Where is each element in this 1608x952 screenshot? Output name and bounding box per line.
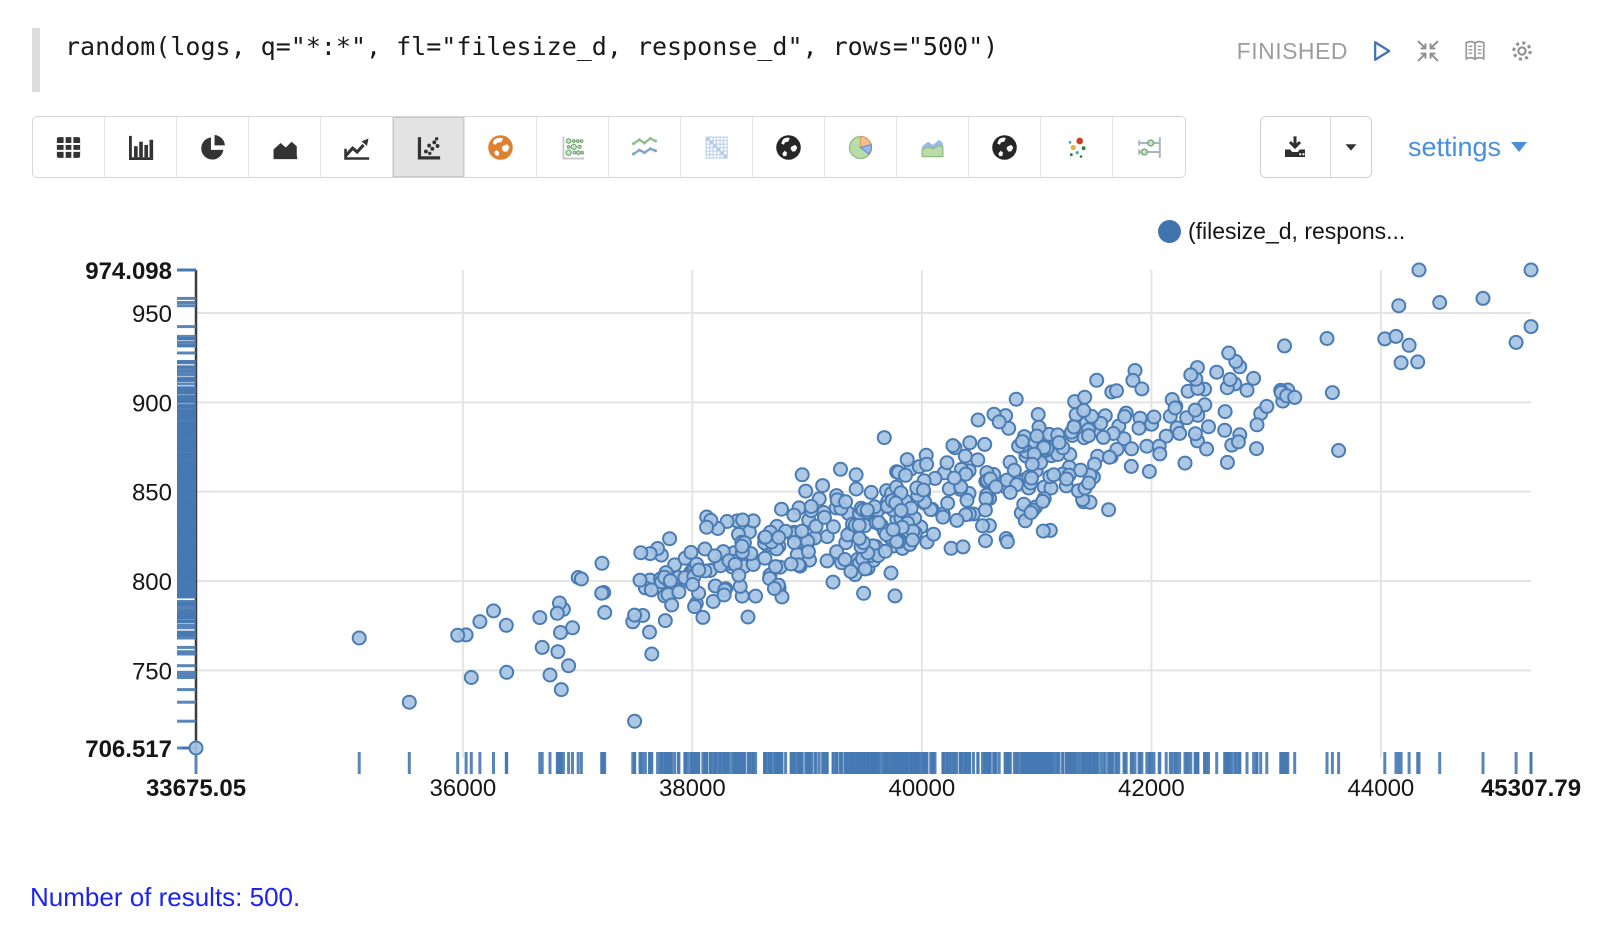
chart-type-area-pastel[interactable]	[897, 117, 969, 177]
scatter-chart-icon	[413, 132, 444, 163]
bubble-chart-icon	[557, 132, 588, 163]
chart-type-globe-dark-2[interactable]	[969, 117, 1041, 177]
globe-dark-icon	[773, 132, 804, 163]
svg-text:36000: 36000	[429, 775, 496, 802]
multi-line-icon	[629, 132, 660, 163]
table-icon	[53, 132, 84, 163]
chart-area: 974.098 706.517 750 800 850 900 950 36000 38000 4…	[0, 188, 1608, 816]
bar-chart-icon	[125, 132, 156, 163]
chart-type-bar[interactable]	[105, 117, 177, 177]
svg-text:950: 950	[132, 301, 172, 328]
chart-type-line[interactable]	[321, 117, 393, 177]
area-chart-icon	[269, 132, 300, 163]
caret-down-icon	[1340, 136, 1362, 158]
scatter-plot-canvas[interactable]: 974.098 706.517 750 800 850 900 950 36000 38000 4…	[0, 188, 1608, 816]
line-chart-icon	[341, 132, 372, 163]
chart-type-area[interactable]	[249, 117, 321, 177]
svg-text:38000: 38000	[659, 775, 726, 802]
svg-text:750: 750	[132, 658, 172, 685]
chart-type-table[interactable]	[33, 117, 105, 177]
svg-text:850: 850	[132, 480, 172, 507]
query-text[interactable]: random(logs, q="*:*", fl="filesize_d, re…	[65, 28, 998, 92]
chart-type-globe-dark[interactable]	[753, 117, 825, 177]
matrix-icon	[701, 132, 732, 163]
svg-text:800: 800	[132, 569, 172, 596]
legend-marker-icon	[1158, 220, 1181, 243]
chart-type-pie[interactable]	[177, 117, 249, 177]
legend-label: (filesize_d, respons...	[1188, 218, 1405, 245]
chart-type-matrix[interactable]	[681, 117, 753, 177]
svg-text:45307.79: 45307.79	[1481, 775, 1581, 802]
svg-text:706.517: 706.517	[85, 736, 172, 763]
svg-text:44000: 44000	[1348, 775, 1415, 802]
chart-legend[interactable]: (filesize_d, respons...	[1158, 218, 1405, 245]
download-button[interactable]	[1261, 117, 1331, 177]
svg-text:900: 900	[132, 390, 172, 417]
toolbar-right-controls: settings	[1260, 116, 1528, 178]
settings-toggle[interactable]: settings	[1408, 132, 1528, 163]
svg-text:40000: 40000	[888, 775, 955, 802]
svg-text:33675.05: 33675.05	[146, 775, 246, 802]
chart-type-pie-pastel[interactable]	[825, 117, 897, 177]
dots-colorful-icon	[1061, 132, 1092, 163]
chart-type-scatter-color[interactable]	[1041, 117, 1113, 177]
code-line[interactable]: random(logs, q="*:*", fl="filesize_d, re…	[32, 28, 998, 92]
area-pastel-icon	[917, 132, 948, 163]
pie-pastel-icon	[845, 132, 876, 163]
caret-down-icon	[1510, 140, 1528, 154]
book-icon[interactable]	[1461, 37, 1489, 65]
globe-orange-icon	[485, 132, 516, 163]
paragraph-editor: random(logs, q="*:*", fl="filesize_d, re…	[0, 0, 1608, 92]
globe-dark-icon	[989, 132, 1020, 163]
chart-type-scatter[interactable]	[393, 117, 465, 177]
visualization-toolbar: settings	[0, 92, 1608, 178]
svg-text:42000: 42000	[1118, 775, 1185, 802]
chart-type-multi-line[interactable]	[609, 117, 681, 177]
status-badge: FINISHED	[1237, 38, 1348, 65]
download-icon	[1280, 132, 1310, 162]
paragraph-controls: FINISHED	[1237, 28, 1536, 65]
download-split-button	[1260, 116, 1372, 178]
settings-label: settings	[1408, 132, 1501, 163]
collapse-icon[interactable]	[1414, 37, 1442, 65]
svg-text:974.098: 974.098	[85, 258, 172, 285]
gear-icon[interactable]	[1508, 37, 1536, 65]
pie-chart-icon	[197, 132, 228, 163]
chart-type-group	[32, 116, 1186, 178]
results-count: Number of results: 500.	[30, 882, 1608, 913]
download-options-button[interactable]	[1331, 117, 1371, 177]
chart-type-map-orange[interactable]	[465, 117, 537, 177]
chart-type-bubble[interactable]	[537, 117, 609, 177]
sliders-icon	[1134, 132, 1165, 163]
chart-type-sliders[interactable]	[1113, 117, 1185, 177]
run-icon[interactable]	[1367, 37, 1395, 65]
editor-gutter	[32, 28, 40, 92]
